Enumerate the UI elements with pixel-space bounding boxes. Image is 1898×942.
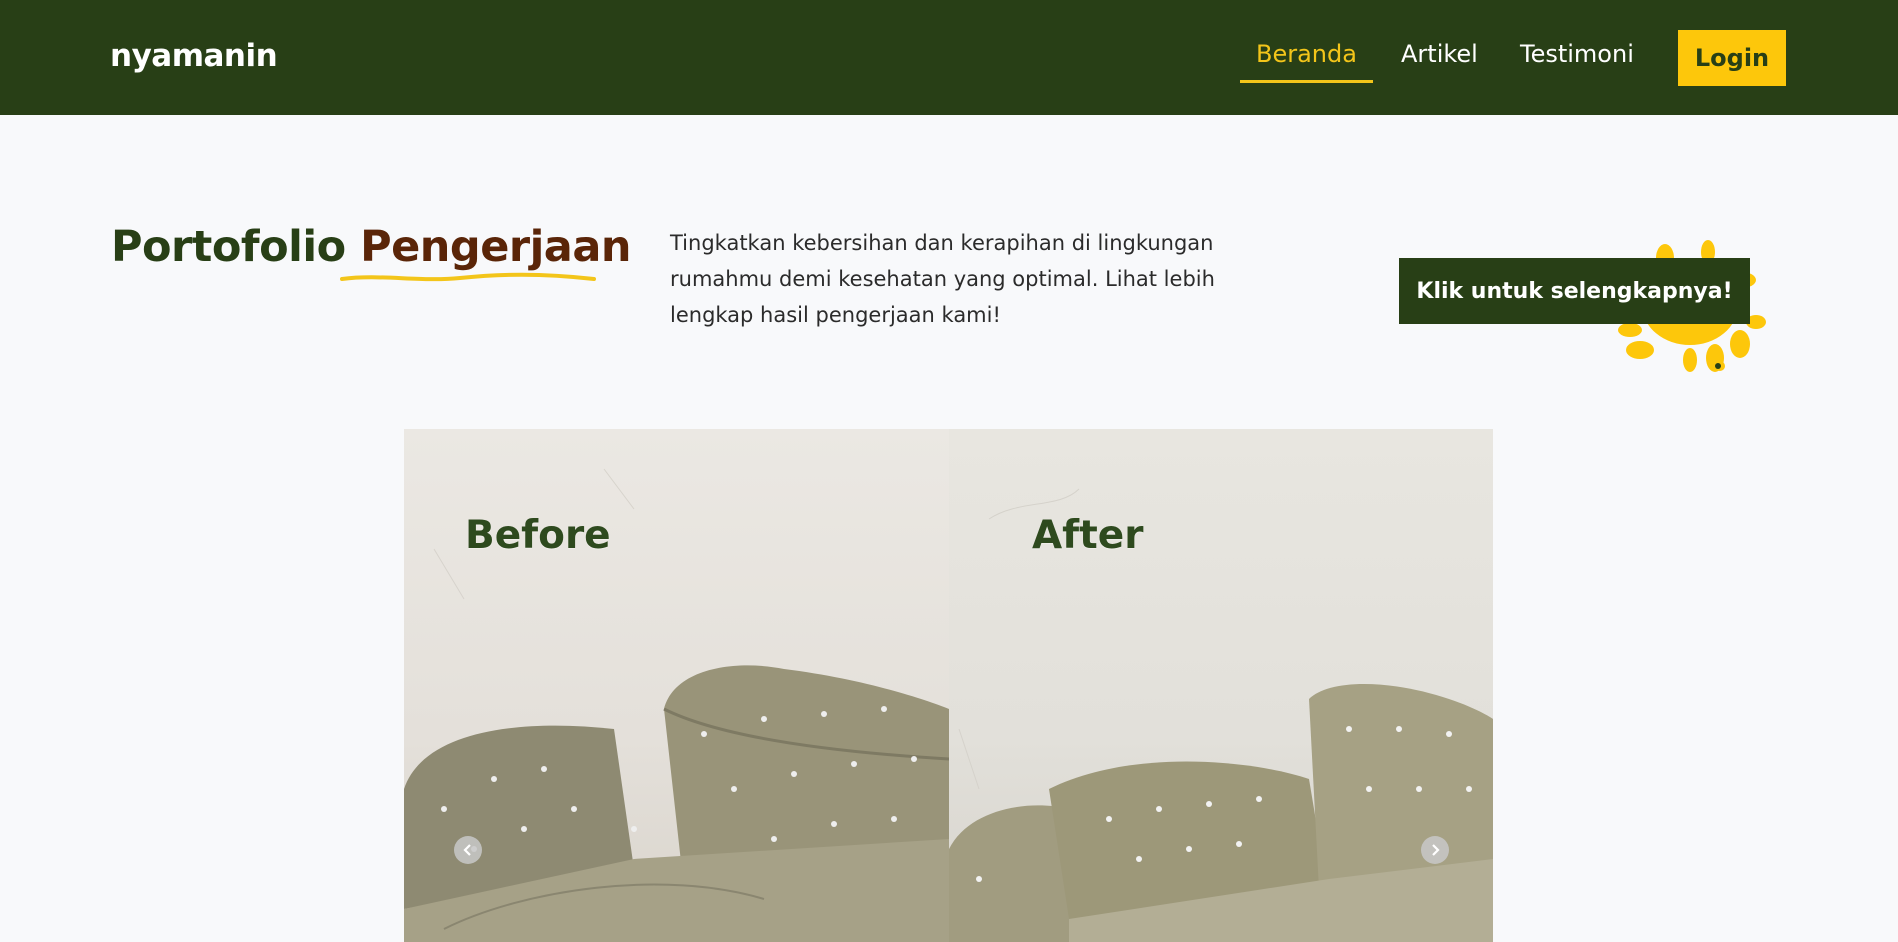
chevron-left-icon xyxy=(463,844,471,856)
before-sofa-image xyxy=(404,468,949,942)
hero-description: Tingkatkan kebersihan dan kerapihan di l… xyxy=(670,231,1215,327)
nav-link-testimoni[interactable]: Testimoni xyxy=(1520,40,1634,68)
title-underline-squiggle xyxy=(340,272,596,282)
page-title: Portofolio Pengerjaan xyxy=(111,222,631,272)
after-label: After xyxy=(1032,513,1144,558)
nav-link-artikel[interactable]: Artikel xyxy=(1401,40,1478,68)
before-label: Before xyxy=(465,513,611,558)
see-more-button[interactable]: Klik untuk selengkapnya! xyxy=(1399,258,1750,324)
before-photo: Before xyxy=(404,429,949,942)
nav-link-beranda[interactable]: Beranda xyxy=(1256,40,1357,68)
navbar: nyamanin Beranda Artikel Testimoni Login xyxy=(0,0,1898,115)
login-button[interactable]: Login xyxy=(1678,30,1786,86)
after-photo: After xyxy=(949,429,1493,942)
after-sofa-image xyxy=(949,488,1493,942)
carousel-next-button[interactable] xyxy=(1421,836,1449,864)
brand-logo[interactable]: nyamanin xyxy=(110,38,278,74)
chevron-right-icon xyxy=(1432,844,1440,856)
carousel-prev-button[interactable] xyxy=(454,836,482,864)
title-part-1: Portofolio xyxy=(111,222,346,272)
title-part-2: Pengerjaan xyxy=(360,222,631,272)
portfolio-carousel: Before After xyxy=(404,429,1493,942)
nav-active-underline xyxy=(1240,80,1373,83)
